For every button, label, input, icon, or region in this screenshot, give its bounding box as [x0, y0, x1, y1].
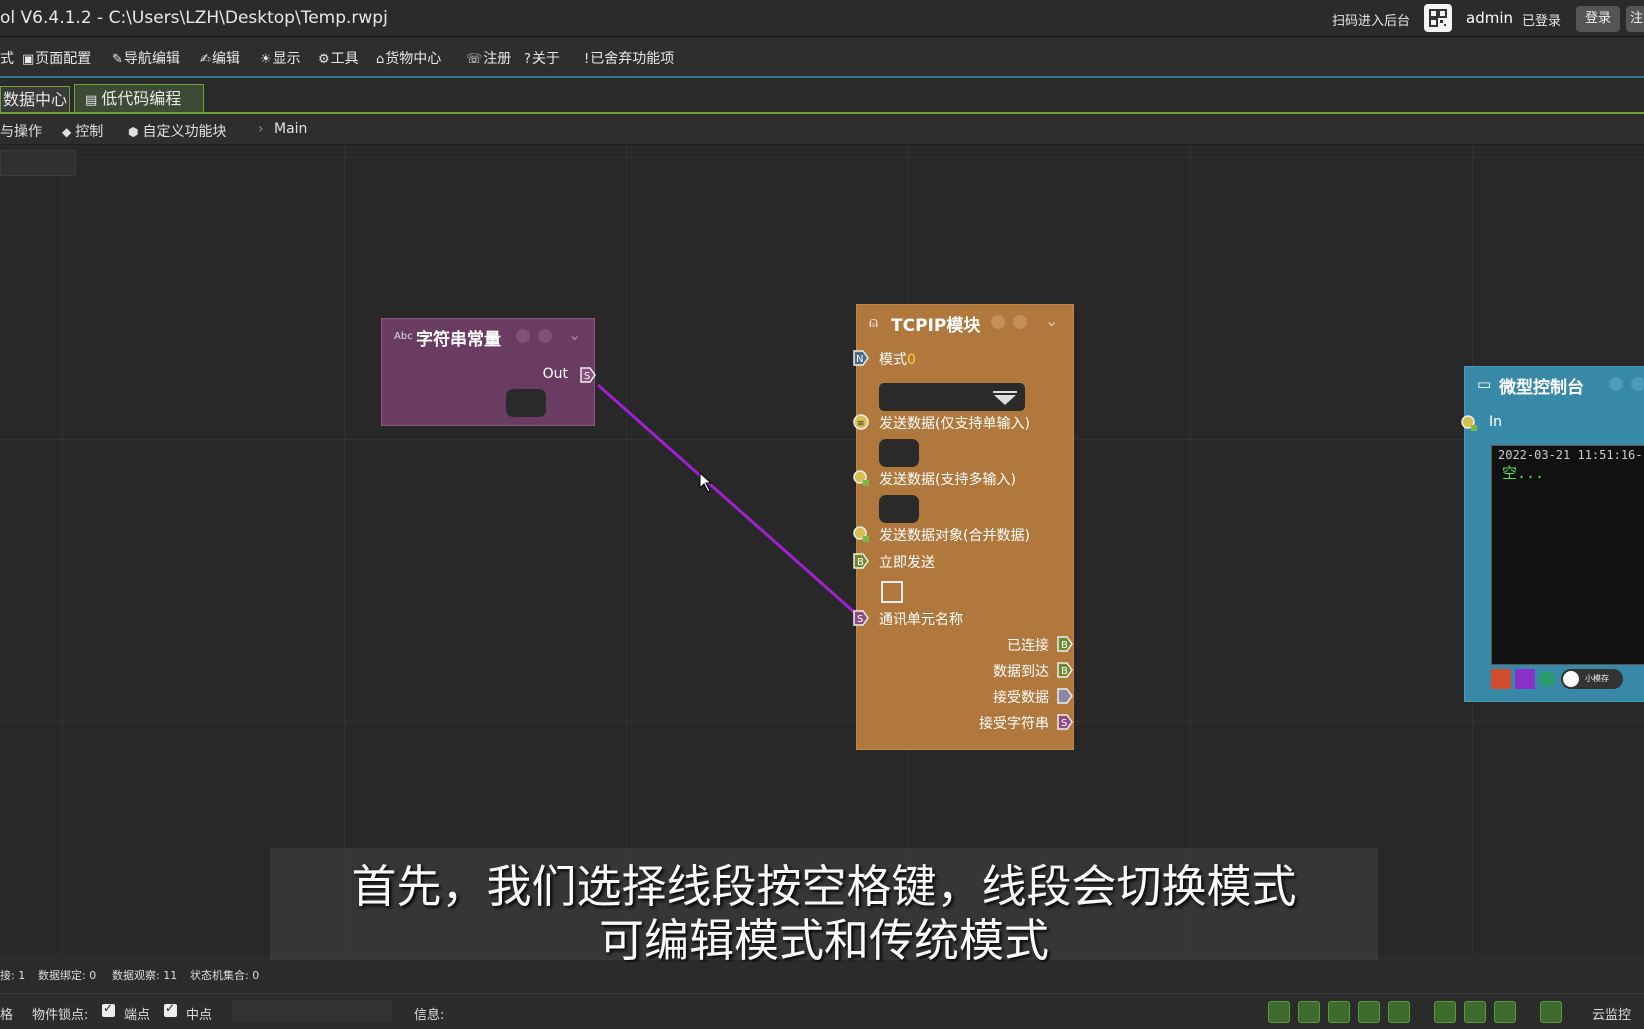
comm-unit-label: 通讯单元名称 [879, 612, 963, 628]
minimize-icon[interactable] [538, 329, 552, 343]
receive-string-label: 接受字符串 [979, 716, 1049, 732]
form-icon[interactable] [1298, 1001, 1320, 1023]
minimize-icon[interactable] [1631, 377, 1644, 391]
svg-text:N: N [856, 354, 863, 365]
multi-input-pin-icon[interactable] [853, 526, 869, 542]
svg-text:B: B [857, 557, 864, 568]
toggle-knob [1563, 671, 1579, 687]
svg-text:S: S [584, 371, 590, 382]
antenna-icon: ⍝ [869, 313, 879, 331]
send-single-input[interactable] [879, 439, 919, 467]
send-object-label: 发送数据对象(合并数据) [879, 528, 1030, 544]
pause-icon[interactable] [1515, 669, 1535, 689]
send-multi-label: 发送数据(支持多输入) [879, 472, 1016, 488]
console-timestamp: 2022-03-21 11:51:16- [1498, 448, 1643, 462]
triangle-icon[interactable] [1328, 1001, 1350, 1023]
send-now-checkbox[interactable] [881, 581, 903, 603]
bool-input-pin-icon[interactable]: B [853, 553, 869, 569]
data-arrived-label: 数据到达 [993, 664, 1049, 680]
mode-port-label: 模式0 [879, 352, 916, 368]
data-binding-count: 数据绑定: 0 [38, 969, 97, 982]
svg-text:≡: ≡ [857, 419, 865, 429]
console-output: 2022-03-21 11:51:16- 空... [1491, 445, 1644, 665]
connection-count: 接: 1 [0, 969, 26, 982]
cache-toggle[interactable]: 小模存 [1561, 669, 1623, 689]
string-value-input[interactable] [506, 389, 546, 417]
tcpip-module-node[interactable]: ⍝ TCPIP模块 ⌄ N 模式0 ≡ 发送数据(仅支持单输入) 发送数据(支持… [853, 304, 1074, 750]
send-now-label: 立即发送 [879, 555, 935, 571]
cloud-monitor-label[interactable]: 云监控 [1592, 1004, 1631, 1023]
abc-icon: Abc [394, 331, 413, 342]
grid-label: 格 [0, 1008, 14, 1023]
function-icon[interactable] [1388, 1001, 1410, 1023]
status-bar: 接: 1 数据绑定: 0 数据观察: 11 状态机集合: 0 [0, 962, 1644, 986]
data-watch-count: 数据观察: 11 [112, 969, 178, 982]
chart-icon[interactable] [1268, 1001, 1290, 1023]
toggle-label: 小模存 [1585, 674, 1609, 683]
chevron-down-icon[interactable]: ⌄ [1045, 311, 1058, 330]
bool-output-pin-icon[interactable]: B [1057, 636, 1073, 652]
bool-output-pin-icon[interactable]: B [1057, 662, 1073, 678]
video-subtitle: 首先，我们选择线段按空格键，线段会切换模式 可编辑模式和传统模式 [270, 848, 1378, 967]
in-port-label: In [1489, 414, 1503, 430]
string-output-pin-icon[interactable]: S [1057, 714, 1073, 730]
out-port-label: Out [542, 366, 568, 382]
vector-icon[interactable] [1464, 1001, 1486, 1023]
endpoint-checkbox[interactable] [102, 1001, 115, 1017]
receive-data-label: 接受数据 [993, 690, 1049, 706]
midpoint-label: 中点 [186, 1008, 213, 1023]
mouse-cursor-icon [699, 471, 713, 493]
data-output-pin-icon[interactable] [1057, 688, 1073, 704]
chevron-down-icon[interactable]: ⌄ [568, 325, 581, 344]
clear-icon[interactable] [1491, 669, 1511, 689]
monitor-icon: ▭ [1477, 375, 1492, 393]
svg-text:B: B [1061, 640, 1068, 651]
save-icon[interactable] [1358, 1001, 1380, 1023]
node-title: 微型控制台 [1499, 378, 1584, 398]
send-multi-input[interactable] [879, 495, 919, 523]
string-constant-node[interactable]: Abc 字符串常量 ⌄ Out S [381, 318, 596, 426]
connected-label: 已连接 [1007, 638, 1049, 654]
lock-input[interactable] [232, 1000, 392, 1022]
multi-input-pin-icon[interactable] [853, 470, 869, 486]
object-input-pin-icon[interactable]: ≡ [853, 414, 869, 430]
midpoint-checkbox[interactable] [164, 1001, 177, 1017]
endpoint-label: 端点 [124, 1008, 151, 1023]
node-title: 字符串常量 [416, 330, 501, 350]
info-icon[interactable] [991, 315, 1005, 329]
node-header[interactable]: ⍝ TCPIP模块 ⌄ [857, 305, 1073, 339]
percent-icon[interactable] [1494, 1001, 1516, 1023]
console-empty-text: 空... [1502, 464, 1545, 482]
svg-text:S: S [1061, 718, 1067, 729]
info-icon[interactable] [516, 329, 530, 343]
info-icon[interactable] [1609, 377, 1623, 391]
svg-text:S: S [857, 614, 863, 625]
number-input-pin-icon[interactable]: N [853, 350, 869, 366]
info-label: 信息: [414, 1008, 445, 1023]
broadcast-icon[interactable] [1434, 1001, 1456, 1023]
string-input-pin-icon[interactable]: S [853, 610, 869, 626]
mode-select[interactable] [879, 383, 1025, 411]
micro-console-node[interactable]: ▭ 微型控制台 In 2022-03-21 11:51:16- 空... 小模存 [1461, 366, 1644, 702]
mode-value: 0 [907, 352, 916, 368]
check-icon[interactable] [1539, 671, 1555, 687]
multi-input-pin-icon[interactable] [1461, 415, 1477, 431]
object-lock-label: 物件锁点: [32, 1008, 89, 1023]
state-machine-count: 状态机集合: 0 [190, 969, 260, 982]
string-output-pin-icon[interactable]: S [580, 367, 596, 383]
connection-wire[interactable] [597, 383, 855, 614]
node-title: TCPIP模块 [891, 316, 981, 336]
node-header[interactable]: Abc 字符串常量 ⌄ [382, 319, 594, 353]
minimize-icon[interactable] [1013, 315, 1027, 329]
dropdown-arrow-icon [993, 391, 1017, 405]
send-single-label: 发送数据(仅支持单输入) [879, 416, 1030, 432]
grid-view-icon[interactable] [1540, 1001, 1562, 1023]
svg-text:B: B [1061, 666, 1068, 677]
subtitle-line-2: 可编辑模式和传统模式 [598, 914, 1049, 967]
